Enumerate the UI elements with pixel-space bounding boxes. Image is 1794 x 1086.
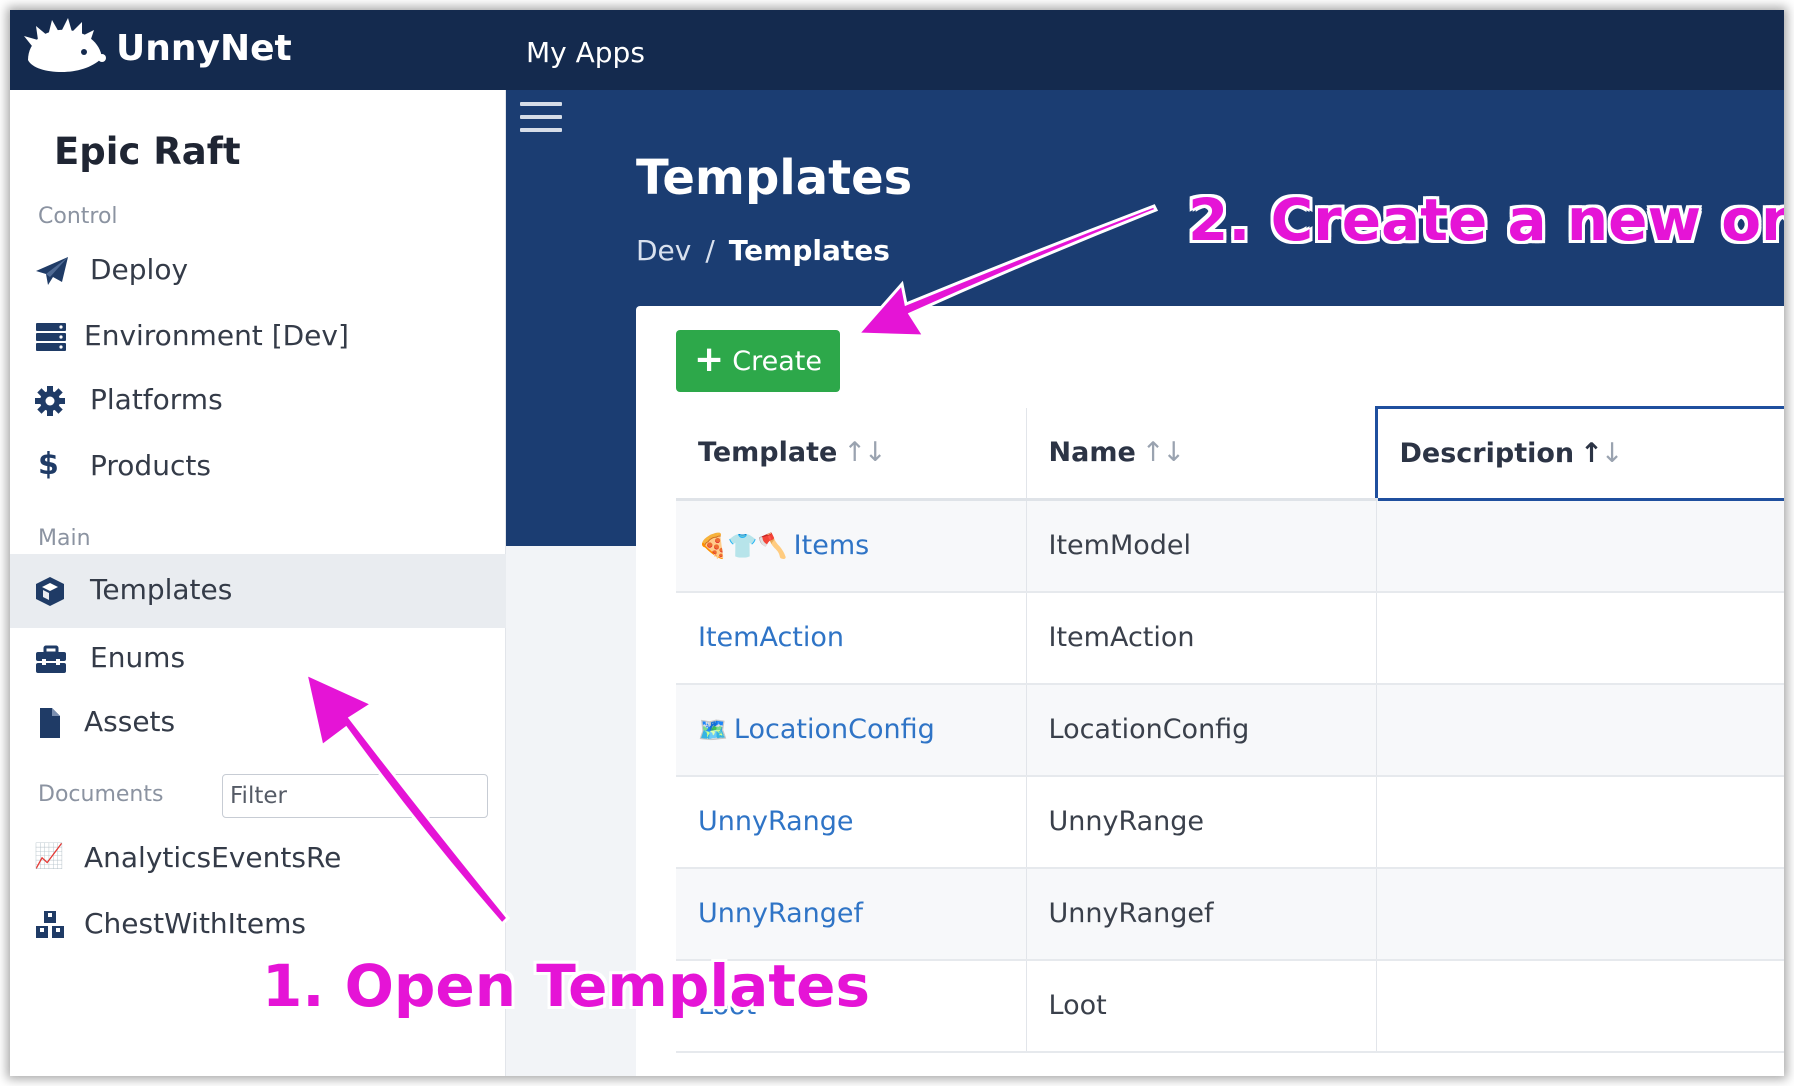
annotation-step1: 1. Open Templates: [262, 952, 870, 1020]
annotation-arrows: [303, 204, 1159, 927]
annotation-step2: 2. Create a new one: [1188, 186, 1784, 254]
app-window: UnnyNet My Apps Epic Raft Control Deploy…: [10, 10, 1784, 1076]
arrow-to-templates-icon: [303, 671, 511, 927]
arrow-to-create-icon: [854, 204, 1159, 338]
